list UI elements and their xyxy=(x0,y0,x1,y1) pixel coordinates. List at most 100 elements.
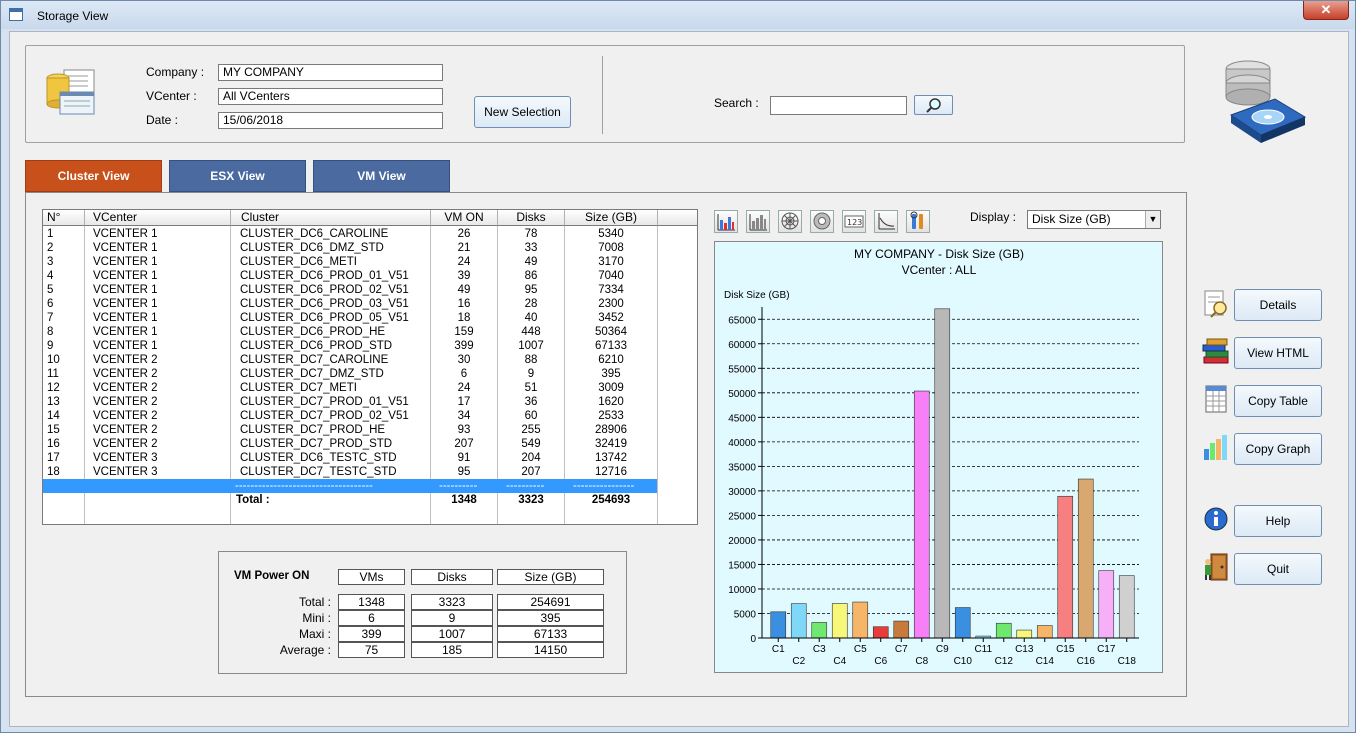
chart-bar xyxy=(934,308,951,639)
date-field[interactable]: 15/06/2018 xyxy=(218,112,443,129)
table-total-row: Total : 1348 3323 254693 xyxy=(43,493,657,507)
cell-vm-on: 49 xyxy=(457,284,471,296)
table-row[interactable]: 18 VCENTER 3 CLUSTER_DC7_TESTC_STD 95 207 127… xyxy=(43,465,657,479)
radar-chart-button[interactable] xyxy=(778,210,802,233)
summary-value: 75 xyxy=(338,642,405,658)
table-row[interactable]: 15 VCENTER 2 CLUSTER_DC7_PROD_HE 93 255 28906 xyxy=(43,423,657,437)
y-tick-label: 20000 xyxy=(728,536,756,547)
view-html-button[interactable]: View HTML xyxy=(1234,337,1322,369)
cell-cluster: CLUSTER_DC7_TESTC_STD xyxy=(240,466,397,478)
cell-size: 67133 xyxy=(595,340,627,352)
y-tick-label: 50000 xyxy=(728,389,756,400)
copy-table-button[interactable]: Copy Table xyxy=(1234,385,1322,417)
axis-chart-button[interactable] xyxy=(874,210,898,233)
quit-button[interactable]: Quit xyxy=(1234,553,1322,585)
table-row[interactable]: 6 VCENTER 1 CLUSTER_DC6_PROD_03_V51 16 28 230… xyxy=(43,297,657,311)
table-row[interactable]: 7 VCENTER 1 CLUSTER_DC6_PROD_05_V51 18 40 345… xyxy=(43,311,657,325)
cell-disks: 88 xyxy=(524,354,538,366)
summary-value: 185 xyxy=(411,642,493,658)
cell-no: 18 xyxy=(47,466,60,478)
new-selection-button[interactable]: New Selection xyxy=(474,96,571,128)
cell-cluster: CLUSTER_DC6_TESTC_STD xyxy=(240,452,397,464)
table-row[interactable]: 5 VCENTER 1 CLUSTER_DC6_PROD_02_V51 49 95 733… xyxy=(43,283,657,297)
cell-vm-on: 95 xyxy=(457,466,471,478)
y-tick-label: 55000 xyxy=(728,364,756,375)
disk-size-chart: MY COMPANY - Disk Size (GB) VCenter : AL… xyxy=(724,247,1139,667)
cell-vcenter: VCENTER 1 xyxy=(93,242,158,254)
col-header-vm-on[interactable]: VM ON xyxy=(431,210,498,226)
tab-esx-view[interactable]: ESX View xyxy=(169,160,306,192)
x-tick-label: C18 xyxy=(1118,656,1137,667)
table-row[interactable]: 8 VCENTER 1 CLUSTER_DC6_PROD_HE 159 448 50364 xyxy=(43,325,657,339)
summary-header-size: Size (GB) xyxy=(497,569,604,585)
cell-vcenter: VCENTER 1 xyxy=(93,312,158,324)
chart-y-ticks: 0 5000 10000 15000 20000 25000 30000 35000 40000… xyxy=(728,315,762,645)
table-row[interactable]: 4 VCENTER 1 CLUSTER_DC6_PROD_01_V51 39 86 704… xyxy=(43,269,657,283)
table-row[interactable]: 10 VCENTER 2 CLUSTER_DC7_CAROLINE 30 88 6210 xyxy=(43,353,657,367)
cell-vm-on: 24 xyxy=(457,382,471,394)
table-row[interactable]: 11 VCENTER 2 CLUSTER_DC7_DMZ_STD 6 9 395 xyxy=(43,367,657,381)
chart-area: MY COMPANY - Disk Size (GB) VCenter : AL… xyxy=(714,241,1163,673)
summary-value: 14150 xyxy=(497,642,604,658)
tab-cluster-view[interactable]: Cluster View xyxy=(25,160,162,192)
chart-bar xyxy=(1098,570,1115,639)
company-field[interactable]: MY COMPANY xyxy=(218,64,443,81)
table-row[interactable]: 13 VCENTER 2 CLUSTER_DC7_PROD_01_V51 17 36 16… xyxy=(43,395,657,409)
vcenter-field[interactable]: All VCenters xyxy=(218,88,443,105)
summary-value: 254691 xyxy=(497,594,604,610)
table-row[interactable]: 12 VCENTER 2 CLUSTER_DC7_METI 24 51 3009 xyxy=(43,381,657,395)
cell-disks: 51 xyxy=(524,382,538,394)
cell-no: 2 xyxy=(47,242,54,254)
cell-size: 7334 xyxy=(598,284,624,296)
table-row[interactable]: 14 VCENTER 2 CLUSTER_DC7_PROD_02_V51 34 60 25… xyxy=(43,409,657,423)
settings-button[interactable] xyxy=(906,210,930,233)
cell-size: 13742 xyxy=(595,452,627,464)
cell-vm-on: 18 xyxy=(457,312,471,324)
x-tick-label: C4 xyxy=(833,656,846,667)
details-icon xyxy=(1201,288,1231,318)
cell-size: 7008 xyxy=(598,242,624,254)
table-row[interactable]: 16 VCENTER 2 CLUSTER_DC7_PROD_STD 207 549 324… xyxy=(43,437,657,451)
table-row[interactable]: 3 VCENTER 1 CLUSTER_DC6_METI 24 49 3170 xyxy=(43,255,657,269)
cell-cluster: CLUSTER_DC6_PROD_01_V51 xyxy=(240,270,409,282)
x-tick-label: C1 xyxy=(772,644,785,655)
numbers-button[interactable]: 123 xyxy=(842,210,866,233)
total-size: 254693 xyxy=(591,494,631,506)
cell-vcenter: VCENTER 1 xyxy=(93,256,158,268)
summary-row-label: Maxi : xyxy=(298,627,331,641)
help-button[interactable]: Help xyxy=(1234,505,1322,537)
bar-chart-button[interactable] xyxy=(714,210,738,233)
col-header-cluster[interactable]: Cluster xyxy=(231,210,431,226)
col-header-size[interactable]: Size (GB) xyxy=(565,210,658,226)
cell-no: 17 xyxy=(47,452,60,464)
col-header-no[interactable]: N° xyxy=(43,210,85,226)
table-row[interactable]: 9 VCENTER 1 CLUSTER_DC6_PROD_STD 399 1007 671… xyxy=(43,339,657,353)
search-input[interactable] xyxy=(770,96,907,115)
database-icon xyxy=(44,68,100,118)
chart-title: MY COMPANY - Disk Size (GB) xyxy=(854,247,1024,261)
cell-vm-on: 207 xyxy=(454,438,474,450)
col-header-vcenter[interactable]: VCenter xyxy=(85,210,231,226)
tab-vm-view[interactable]: VM View xyxy=(313,160,450,192)
cell-size: 32419 xyxy=(595,438,627,450)
donut-chart-button[interactable] xyxy=(810,210,834,233)
cell-vcenter: VCENTER 1 xyxy=(93,228,158,240)
table-row[interactable]: 2 VCENTER 1 CLUSTER_DC6_DMZ_STD 21 33 7008 xyxy=(43,241,657,255)
summary-value: 67133 xyxy=(497,626,604,642)
cell-vm-on: 91 xyxy=(457,452,471,464)
display-select[interactable]: Disk Size (GB) ▼ xyxy=(1027,210,1161,229)
col-header-disks[interactable]: Disks xyxy=(498,210,565,226)
table-row[interactable]: 17 VCENTER 3 CLUSTER_DC6_TESTC_STD 91 204 137… xyxy=(43,451,657,465)
search-button[interactable] xyxy=(914,95,953,115)
cell-vcenter: VCENTER 1 xyxy=(93,298,158,310)
table-icon xyxy=(1201,384,1231,414)
table-row[interactable]: 1 VCENTER 1 CLUSTER_DC6_CAROLINE 26 78 5340 xyxy=(43,227,657,241)
cell-no: 5 xyxy=(47,284,54,296)
close-button[interactable]: ✕ xyxy=(1303,1,1349,20)
col-divider xyxy=(657,226,658,524)
cell-vm-on: 26 xyxy=(457,228,471,240)
details-button[interactable]: Details xyxy=(1234,289,1322,321)
column-chart-button[interactable] xyxy=(746,210,770,233)
table-row-selected[interactable]: ------------------------------------ ---… xyxy=(43,479,657,493)
copy-graph-button[interactable]: Copy Graph xyxy=(1234,433,1322,465)
